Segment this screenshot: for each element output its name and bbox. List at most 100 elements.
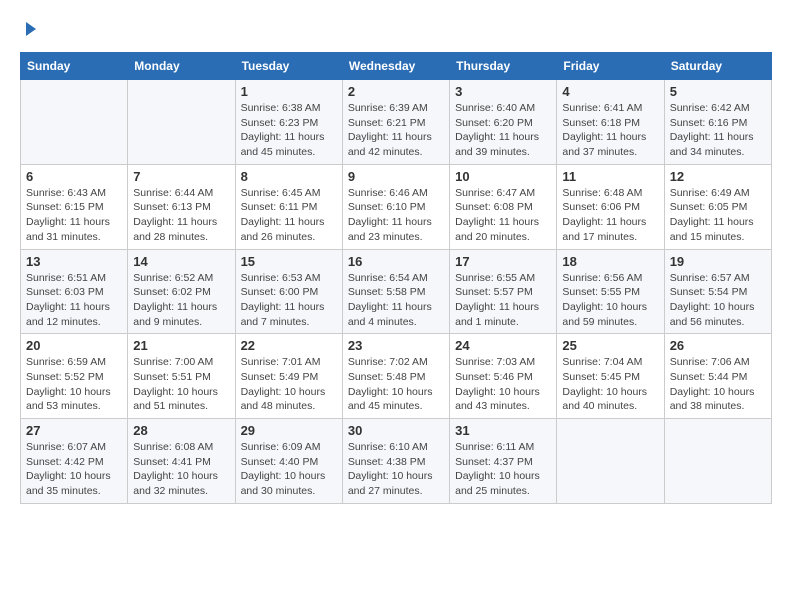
day-detail: Sunrise: 6:38 AMSunset: 6:23 PMDaylight:…	[241, 101, 337, 160]
day-detail: Sunrise: 6:45 AMSunset: 6:11 PMDaylight:…	[241, 186, 337, 245]
day-detail: Sunrise: 6:57 AMSunset: 5:54 PMDaylight:…	[670, 271, 766, 330]
day-detail: Sunrise: 7:02 AMSunset: 5:48 PMDaylight:…	[348, 355, 444, 414]
column-header-tuesday: Tuesday	[235, 53, 342, 80]
column-header-friday: Friday	[557, 53, 664, 80]
day-detail: Sunrise: 6:49 AMSunset: 6:05 PMDaylight:…	[670, 186, 766, 245]
day-detail: Sunrise: 6:59 AMSunset: 5:52 PMDaylight:…	[26, 355, 122, 414]
calendar-week-row: 27 Sunrise: 6:07 AMSunset: 4:42 PMDayligh…	[21, 419, 772, 504]
day-number: 4	[562, 84, 658, 99]
logo	[20, 20, 40, 36]
day-detail: Sunrise: 7:00 AMSunset: 5:51 PMDaylight:…	[133, 355, 229, 414]
day-number: 2	[348, 84, 444, 99]
calendar-week-row: 6 Sunrise: 6:43 AMSunset: 6:15 PMDaylight…	[21, 164, 772, 249]
calendar-cell: 18Sunrise: 6:56 AMSunset: 5:55 PMDayligh…	[557, 249, 664, 334]
column-header-monday: Monday	[128, 53, 235, 80]
day-detail: Sunrise: 6:48 AMSunset: 6:06 PMDaylight:…	[562, 186, 658, 245]
calendar-cell: 8 Sunrise: 6:45 AMSunset: 6:11 PMDaylight…	[235, 164, 342, 249]
day-number: 25	[562, 338, 658, 353]
calendar-cell: 3 Sunrise: 6:40 AMSunset: 6:20 PMDaylight…	[450, 80, 557, 165]
calendar-week-row: 1 Sunrise: 6:38 AMSunset: 6:23 PMDaylight…	[21, 80, 772, 165]
day-number: 17	[455, 254, 551, 269]
day-number: 27	[26, 423, 122, 438]
day-number: 20	[26, 338, 122, 353]
calendar-cell: 13 Sunrise: 6:51 AMSunset: 6:03 PMDayligh…	[21, 249, 128, 334]
calendar-cell: 19 Sunrise: 6:57 AMSunset: 5:54 PMDayligh…	[664, 249, 771, 334]
day-number: 23	[348, 338, 444, 353]
day-number: 31	[455, 423, 551, 438]
day-number: 22	[241, 338, 337, 353]
column-header-saturday: Saturday	[664, 53, 771, 80]
day-number: 5	[670, 84, 766, 99]
calendar-cell: 30 Sunrise: 6:10 AMSunset: 4:38 PMDayligh…	[342, 419, 449, 504]
day-number: 28	[133, 423, 229, 438]
day-detail: Sunrise: 6:43 AMSunset: 6:15 PMDaylight:…	[26, 186, 122, 245]
day-detail: Sunrise: 6:47 AMSunset: 6:08 PMDaylight:…	[455, 186, 551, 245]
day-detail: Sunrise: 7:03 AMSunset: 5:46 PMDaylight:…	[455, 355, 551, 414]
day-detail: Sunrise: 6:07 AMSunset: 4:42 PMDaylight:…	[26, 440, 122, 499]
calendar-cell: 10Sunrise: 6:47 AMSunset: 6:08 PMDayligh…	[450, 164, 557, 249]
day-number: 26	[670, 338, 766, 353]
day-detail: Sunrise: 6:09 AMSunset: 4:40 PMDaylight:…	[241, 440, 337, 499]
day-detail: Sunrise: 6:42 AMSunset: 6:16 PMDaylight:…	[670, 101, 766, 160]
day-number: 18	[562, 254, 658, 269]
calendar-cell	[664, 419, 771, 504]
calendar-week-row: 13 Sunrise: 6:51 AMSunset: 6:03 PMDayligh…	[21, 249, 772, 334]
calendar-cell: 9 Sunrise: 6:46 AMSunset: 6:10 PMDaylight…	[342, 164, 449, 249]
day-number: 16	[348, 254, 444, 269]
day-detail: Sunrise: 6:44 AMSunset: 6:13 PMDaylight:…	[133, 186, 229, 245]
calendar-cell: 2 Sunrise: 6:39 AMSunset: 6:21 PMDaylight…	[342, 80, 449, 165]
calendar-cell: 17 Sunrise: 6:55 AMSunset: 5:57 PMDayligh…	[450, 249, 557, 334]
calendar-cell	[557, 419, 664, 504]
calendar-cell: 16 Sunrise: 6:54 AMSunset: 5:58 PMDayligh…	[342, 249, 449, 334]
day-detail: Sunrise: 6:40 AMSunset: 6:20 PMDaylight:…	[455, 101, 551, 160]
calendar-header-row: SundayMondayTuesdayWednesdayThursdayFrid…	[21, 53, 772, 80]
calendar-cell: 1 Sunrise: 6:38 AMSunset: 6:23 PMDaylight…	[235, 80, 342, 165]
day-number: 30	[348, 423, 444, 438]
day-detail: Sunrise: 6:08 AMSunset: 4:41 PMDaylight:…	[133, 440, 229, 499]
day-number: 14	[133, 254, 229, 269]
day-number: 9	[348, 169, 444, 184]
calendar-cell: 26 Sunrise: 7:06 AMSunset: 5:44 PMDayligh…	[664, 334, 771, 419]
calendar-cell	[128, 80, 235, 165]
day-detail: Sunrise: 7:06 AMSunset: 5:44 PMDaylight:…	[670, 355, 766, 414]
calendar-cell	[21, 80, 128, 165]
calendar-cell: 15 Sunrise: 6:53 AMSunset: 6:00 PMDayligh…	[235, 249, 342, 334]
calendar-cell: 23 Sunrise: 7:02 AMSunset: 5:48 PMDayligh…	[342, 334, 449, 419]
calendar-cell: 24Sunrise: 7:03 AMSunset: 5:46 PMDayligh…	[450, 334, 557, 419]
day-number: 3	[455, 84, 551, 99]
calendar-cell: 4 Sunrise: 6:41 AMSunset: 6:18 PMDaylight…	[557, 80, 664, 165]
day-detail: Sunrise: 6:10 AMSunset: 4:38 PMDaylight:…	[348, 440, 444, 499]
column-header-sunday: Sunday	[21, 53, 128, 80]
day-number: 12	[670, 169, 766, 184]
calendar-cell: 12 Sunrise: 6:49 AMSunset: 6:05 PMDayligh…	[664, 164, 771, 249]
day-number: 8	[241, 169, 337, 184]
day-number: 13	[26, 254, 122, 269]
day-detail: Sunrise: 6:51 AMSunset: 6:03 PMDaylight:…	[26, 271, 122, 330]
calendar-cell: 14 Sunrise: 6:52 AMSunset: 6:02 PMDayligh…	[128, 249, 235, 334]
day-detail: Sunrise: 6:53 AMSunset: 6:00 PMDaylight:…	[241, 271, 337, 330]
day-number: 15	[241, 254, 337, 269]
day-number: 29	[241, 423, 337, 438]
calendar-cell: 5 Sunrise: 6:42 AMSunset: 6:16 PMDaylight…	[664, 80, 771, 165]
day-detail: Sunrise: 6:54 AMSunset: 5:58 PMDaylight:…	[348, 271, 444, 330]
calendar-cell: 27 Sunrise: 6:07 AMSunset: 4:42 PMDayligh…	[21, 419, 128, 504]
day-number: 1	[241, 84, 337, 99]
page-header	[20, 20, 772, 36]
day-detail: Sunrise: 6:52 AMSunset: 6:02 PMDaylight:…	[133, 271, 229, 330]
calendar-cell: 7 Sunrise: 6:44 AMSunset: 6:13 PMDaylight…	[128, 164, 235, 249]
calendar-week-row: 20 Sunrise: 6:59 AMSunset: 5:52 PMDayligh…	[21, 334, 772, 419]
day-detail: Sunrise: 6:55 AMSunset: 5:57 PMDaylight:…	[455, 271, 551, 330]
calendar-cell: 6 Sunrise: 6:43 AMSunset: 6:15 PMDaylight…	[21, 164, 128, 249]
calendar-cell: 31Sunrise: 6:11 AMSunset: 4:37 PMDayligh…	[450, 419, 557, 504]
calendar-cell: 22Sunrise: 7:01 AMSunset: 5:49 PMDayligh…	[235, 334, 342, 419]
day-detail: Sunrise: 7:04 AMSunset: 5:45 PMDaylight:…	[562, 355, 658, 414]
calendar-cell: 25 Sunrise: 7:04 AMSunset: 5:45 PMDayligh…	[557, 334, 664, 419]
day-number: 7	[133, 169, 229, 184]
day-number: 6	[26, 169, 122, 184]
day-number: 19	[670, 254, 766, 269]
calendar-cell: 28 Sunrise: 6:08 AMSunset: 4:41 PMDayligh…	[128, 419, 235, 504]
day-detail: Sunrise: 6:41 AMSunset: 6:18 PMDaylight:…	[562, 101, 658, 160]
day-detail: Sunrise: 6:46 AMSunset: 6:10 PMDaylight:…	[348, 186, 444, 245]
logo-icon	[22, 20, 40, 38]
day-detail: Sunrise: 6:39 AMSunset: 6:21 PMDaylight:…	[348, 101, 444, 160]
